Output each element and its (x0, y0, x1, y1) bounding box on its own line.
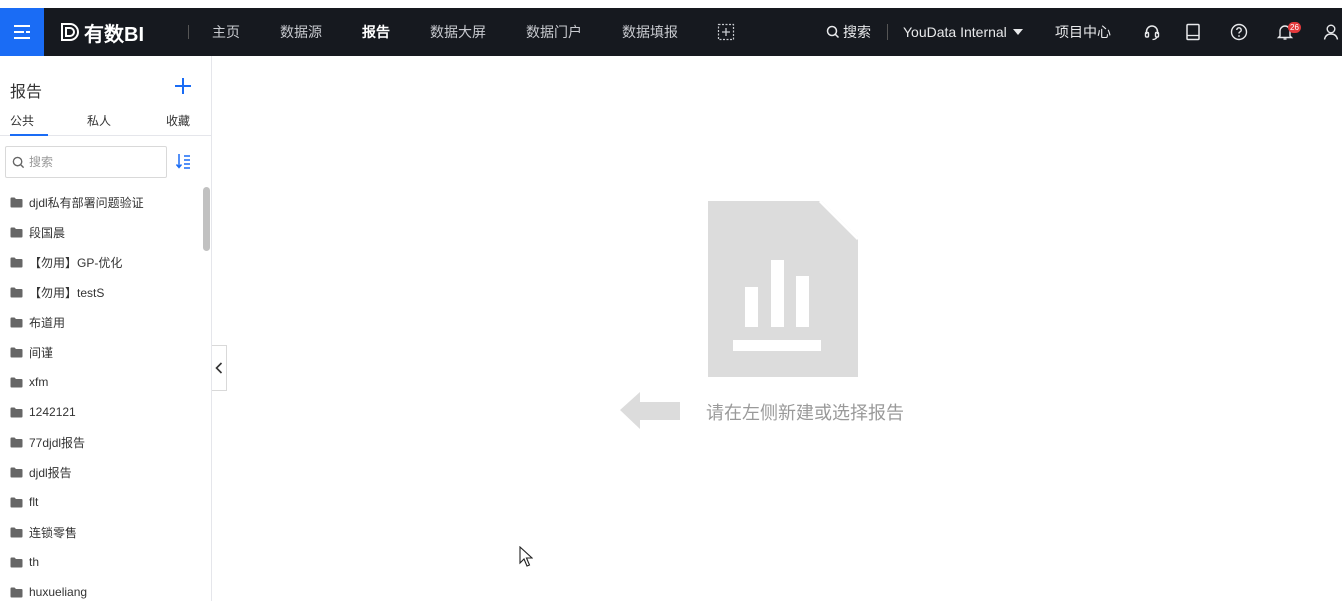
caret-down-icon (1012, 29, 1023, 35)
user-icon (1323, 24, 1339, 40)
global-search-label: 搜索 (843, 24, 871, 40)
folder-item[interactable]: huxueliang (0, 577, 203, 601)
arrow-left-icon (620, 392, 680, 429)
folder-icon (10, 317, 23, 327)
folder-item[interactable]: 连锁零售 (0, 517, 203, 547)
folder-icon (10, 587, 23, 597)
sort-icon (175, 154, 190, 169)
org-name: YouData Internal (903, 24, 1007, 40)
sidebar-scrollbar[interactable] (203, 187, 210, 251)
folder-icon (10, 437, 23, 447)
book-icon (1186, 23, 1200, 41)
folder-item-label: huxueliang (29, 585, 88, 599)
add-report-button[interactable] (173, 76, 193, 96)
folder-item[interactable]: 77djdl报告 (0, 427, 203, 457)
folder-icon (10, 557, 23, 567)
folder-item-label: 布道用 (29, 315, 66, 330)
menu-toggle-button[interactable] (0, 8, 44, 56)
folder-item-label: xfm (29, 375, 49, 389)
nav-data-portal[interactable]: 数据门户 (526, 8, 582, 56)
tab-favorites[interactable]: 收藏 (166, 112, 190, 136)
sort-button[interactable] (175, 152, 192, 170)
folder-icon (10, 257, 23, 267)
search-icon (826, 25, 840, 39)
folder-item[interactable]: 【勿用】GP-优化 (0, 247, 203, 277)
folder-item[interactable]: 1242121 (0, 397, 203, 427)
chevron-left-icon (215, 362, 223, 374)
empty-state: 请在左侧新建或选择报告 (620, 200, 940, 440)
nav-divider (188, 25, 189, 39)
folder-item-label: 77djdl报告 (29, 435, 86, 450)
nav-reports[interactable]: 报告 (362, 8, 390, 56)
folder-icon (10, 287, 23, 297)
folder-icon (10, 377, 23, 387)
folder-item[interactable]: djdl报告 (0, 457, 203, 487)
help-icon (1230, 23, 1248, 41)
folder-icon (10, 467, 23, 477)
folder-item-label: 间谨 (29, 345, 54, 360)
headset-icon (1144, 25, 1160, 41)
folder-item[interactable]: xfm (0, 367, 203, 397)
nav-datasource[interactable]: 数据源 (280, 8, 322, 56)
brand-logo[interactable]: 有数BI (58, 8, 144, 56)
folder-item-label: 【勿用】GP-优化 (29, 255, 123, 270)
plus-icon (175, 78, 191, 94)
folder-icon (10, 197, 23, 207)
folder-item-label: 【勿用】testS (29, 285, 105, 300)
folder-icon (10, 527, 23, 537)
folder-item-label: flt (29, 495, 39, 509)
mouse-cursor-icon (519, 546, 533, 567)
folder-item[interactable]: 布道用 (0, 307, 203, 337)
nav-more-button[interactable] (716, 8, 736, 56)
empty-state-message: 请在左侧新建或选择报告 (706, 403, 904, 423)
folder-item[interactable]: flt (0, 487, 203, 517)
folder-icon (10, 407, 23, 417)
folder-item-label: 连锁零售 (29, 525, 78, 540)
folder-item-label: 1242121 (29, 405, 76, 419)
top-navbar: 有数BI 主页 数据源 报告 数据大屏 数据门户 数据填报 搜索 YouData… (0, 8, 1342, 56)
notification-badge: 26 (1288, 22, 1301, 33)
nav-divider-2 (887, 24, 888, 40)
folder-icon (10, 227, 23, 237)
logo-icon (61, 23, 79, 41)
sidebar-search (5, 146, 167, 178)
search-icon (12, 156, 25, 168)
tab-public[interactable]: 公共 (10, 112, 48, 136)
nav-data-screen[interactable]: 数据大屏 (430, 8, 486, 56)
report-folder-list: djdl私有部署问题验证 段国晨【勿用】GP-优化 【勿用】testS 布道用间谨 xf… (0, 187, 203, 601)
brand-name: 有数BI (84, 23, 144, 46)
reports-sidebar: 报告 公共 私人 收藏 djdl私有部署问题验证段国晨【勿用】GP-优化【勿用】… (0, 56, 212, 601)
sidebar-title: 报告 (10, 84, 43, 101)
add-module-icon (717, 23, 735, 41)
folder-item-label: djdl报告 (29, 465, 72, 480)
org-selector[interactable]: YouData Internal (903, 8, 1023, 56)
support-button[interactable] (1142, 8, 1162, 56)
docs-button[interactable] (1184, 8, 1202, 56)
tab-private[interactable]: 私人 (87, 112, 111, 136)
folder-item[interactable]: djdl私有部署问题验证 (0, 187, 203, 217)
user-menu-button[interactable] (1322, 8, 1340, 56)
sidebar-tabs: 公共 私人 收藏 (0, 112, 211, 136)
global-search[interactable]: 搜索 (826, 8, 871, 56)
folder-icon (10, 497, 23, 507)
project-center-link[interactable]: 项目中心 (1055, 8, 1111, 56)
folder-item-label: 段国晨 (29, 225, 66, 240)
nav-data-entry[interactable]: 数据填报 (622, 8, 678, 56)
folder-item-label: th (29, 555, 40, 569)
folder-item[interactable]: 【勿用】testS (0, 277, 203, 307)
collapse-sidebar-button[interactable] (212, 345, 227, 391)
folder-item[interactable]: 间谨 (0, 337, 203, 367)
help-button[interactable] (1229, 8, 1249, 56)
sidebar-search-input[interactable] (29, 155, 159, 169)
folder-item[interactable]: 段国晨 (0, 217, 203, 247)
folder-item-label: djdl私有部署问题验证 (29, 195, 144, 210)
folder-icon (10, 347, 23, 357)
nav-home[interactable]: 主页 (212, 8, 240, 56)
folder-item[interactable]: th (0, 547, 203, 577)
menu-icon (14, 25, 30, 39)
